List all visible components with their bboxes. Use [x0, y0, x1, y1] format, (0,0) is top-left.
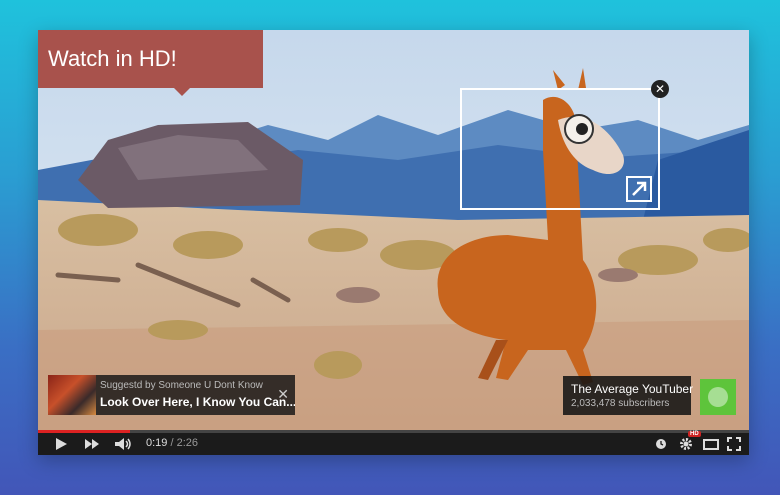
current-time: 0:19	[146, 437, 168, 449]
hd-badge: HD	[688, 431, 701, 437]
close-icon[interactable]: ✕	[277, 386, 289, 403]
video-player[interactable]: Watch in HD! ✕ Suggestd by Someone U Don…	[38, 30, 749, 455]
duration: 2:26	[176, 437, 199, 449]
banner-text: Watch in HD!	[48, 46, 177, 71]
annotation-close-icon[interactable]: ✕	[651, 80, 669, 98]
watch-later-icon[interactable]	[655, 437, 667, 451]
volume-icon[interactable]	[114, 437, 132, 451]
subscribe-button[interactable]	[700, 379, 736, 415]
suggested-video-card[interactable]: Suggestd by Someone U Dont Know Look Ove…	[48, 375, 295, 415]
channel-name[interactable]: The Average YouTuber	[571, 382, 693, 396]
fullscreen-icon[interactable]	[727, 437, 741, 451]
suggested-video-thumbnail[interactable]	[48, 375, 96, 415]
time-display: 0:19 / 2:26	[146, 437, 198, 449]
external-link-icon[interactable]	[626, 176, 652, 202]
control-bar: 0:19 / 2:26 HD	[38, 431, 749, 455]
annotation-link-box[interactable]	[460, 88, 660, 210]
next-icon[interactable]	[84, 437, 100, 451]
subscriber-count: 2,033,478 subscribers	[571, 398, 670, 409]
theater-mode-icon[interactable]	[703, 437, 719, 451]
settings-gear-icon[interactable]	[679, 437, 693, 451]
time-separator: /	[167, 437, 177, 449]
play-icon[interactable]	[54, 437, 68, 451]
watch-in-hd-annotation[interactable]: Watch in HD!	[38, 30, 263, 96]
suggested-video-title[interactable]: Look Over Here, I Know You Can...	[100, 395, 295, 409]
suggested-byline: Suggestd by Someone U Dont Know	[100, 380, 263, 391]
channel-card[interactable]: The Average YouTuber 2,033,478 subscribe…	[563, 376, 693, 415]
